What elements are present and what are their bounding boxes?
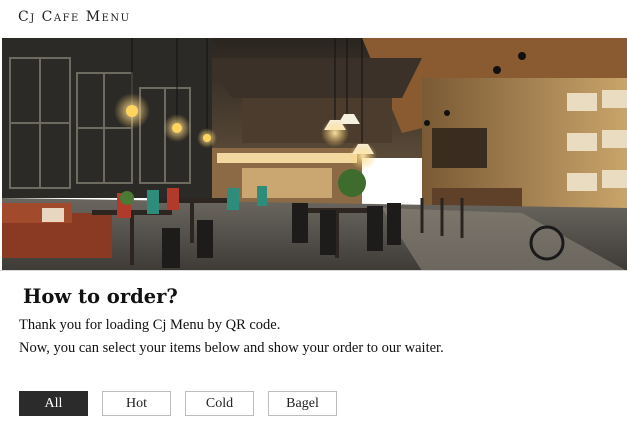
hero-image <box>2 38 627 271</box>
intro-text-line-1: Thank you for loading Cj Menu by QR code… <box>19 317 281 333</box>
cafe-interior-illustration <box>2 38 627 271</box>
page-title: How to order? <box>23 285 178 308</box>
filter-button-hot[interactable]: Hot <box>102 391 171 416</box>
section-divider <box>0 270 627 271</box>
filter-button-cold[interactable]: Cold <box>185 391 254 416</box>
filter-button-bagel[interactable]: Bagel <box>268 391 337 416</box>
intro-text-line-2: Now, you can select your items below and… <box>19 340 444 356</box>
brand-logo-text[interactable]: Cj Cafe Menu <box>18 9 131 25</box>
filter-button-all[interactable]: All <box>19 391 88 416</box>
top-bar: Cj Cafe Menu <box>0 0 627 38</box>
